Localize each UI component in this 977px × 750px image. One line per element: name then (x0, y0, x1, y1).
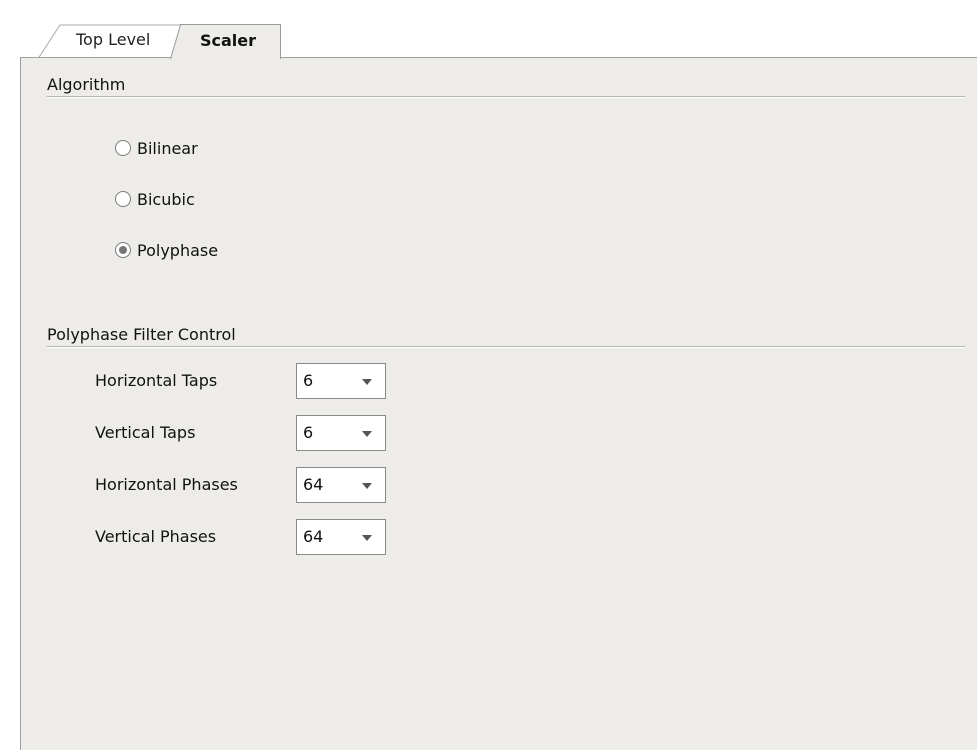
horizontal-phases-select[interactable]: 64 (296, 467, 386, 503)
horizontal-taps-label: Horizontal Taps (95, 371, 218, 390)
radio-bilinear-circle-icon[interactable] (115, 140, 131, 156)
chevron-down-icon[interactable] (362, 379, 372, 385)
radio-bicubic-circle-icon[interactable] (115, 191, 131, 207)
scaler-panel: Algorithm Bilinear Bicubic Polyphase Pol… (20, 57, 977, 750)
vertical-phases-select[interactable]: 64 (296, 519, 386, 555)
horizontal-phases-label: Horizontal Phases (95, 475, 238, 494)
chevron-down-icon[interactable] (362, 535, 372, 541)
radio-polyphase-circle-icon[interactable] (115, 242, 131, 258)
radio-bicubic[interactable]: Bicubic (115, 188, 195, 210)
vertical-taps-label: Vertical Taps (95, 423, 196, 442)
radio-bilinear[interactable]: Bilinear (115, 137, 198, 159)
horizontal-taps-select[interactable]: 6 (296, 363, 386, 399)
radio-bicubic-label: Bicubic (137, 189, 195, 209)
horizontal-phases-value: 64 (303, 475, 324, 494)
tab-scaler[interactable]: Scaler (170, 24, 281, 60)
polyphase-separator (47, 346, 965, 348)
tab-scaler-label: Scaler (200, 31, 257, 50)
chevron-down-icon[interactable] (362, 431, 372, 437)
scaler-settings-window: Top Level Scaler Algorithm Bilinear Bicu… (0, 0, 977, 750)
tab-scaler-left-edge (170, 24, 181, 60)
chevron-down-icon[interactable] (362, 483, 372, 489)
vertical-phases-label: Vertical Phases (95, 527, 217, 546)
horizontal-taps-value: 6 (303, 371, 314, 390)
algorithm-separator (47, 96, 965, 98)
vertical-taps-select[interactable]: 6 (296, 415, 386, 451)
radio-bilinear-label: Bilinear (137, 138, 198, 158)
tab-top-level[interactable]: Top Level (38, 24, 186, 58)
vertical-phases-value: 64 (303, 527, 324, 546)
algorithm-section-title: Algorithm (47, 75, 126, 94)
vertical-taps-value: 6 (303, 423, 314, 442)
tab-top-level-label: Top Level (76, 30, 151, 49)
radio-polyphase-label: Polyphase (137, 240, 219, 260)
polyphase-section-title: Polyphase Filter Control (47, 325, 236, 344)
radio-polyphase[interactable]: Polyphase (115, 239, 218, 261)
